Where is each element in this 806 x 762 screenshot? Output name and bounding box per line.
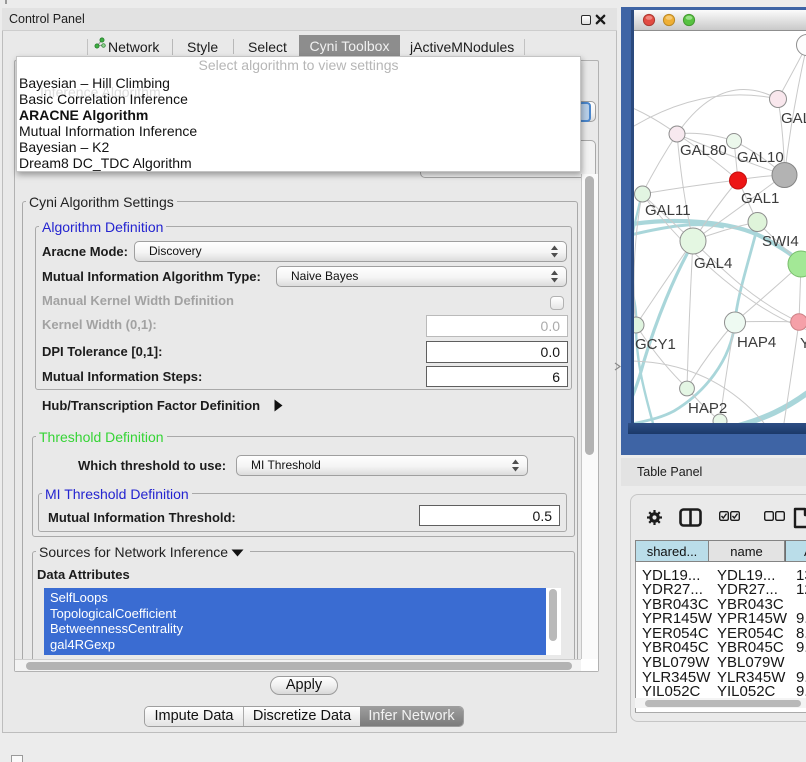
svg-text:GAL11: GAL11 bbox=[645, 202, 691, 219]
svg-text:GAL1: GAL1 bbox=[741, 190, 779, 207]
svg-text:SWI4: SWI4 bbox=[762, 233, 799, 250]
svg-text:GAL80: GAL80 bbox=[680, 142, 727, 159]
svg-text:YM: YM bbox=[800, 335, 806, 352]
svg-text:HAP2: HAP2 bbox=[688, 400, 727, 417]
svg-text:GCY1: GCY1 bbox=[635, 336, 676, 353]
svg-text:GAL4: GAL4 bbox=[694, 255, 732, 272]
svg-text:HAP4: HAP4 bbox=[737, 334, 776, 351]
svg-text:GAL10: GAL10 bbox=[737, 149, 784, 166]
svg-text:GAL2: GAL2 bbox=[781, 110, 806, 127]
